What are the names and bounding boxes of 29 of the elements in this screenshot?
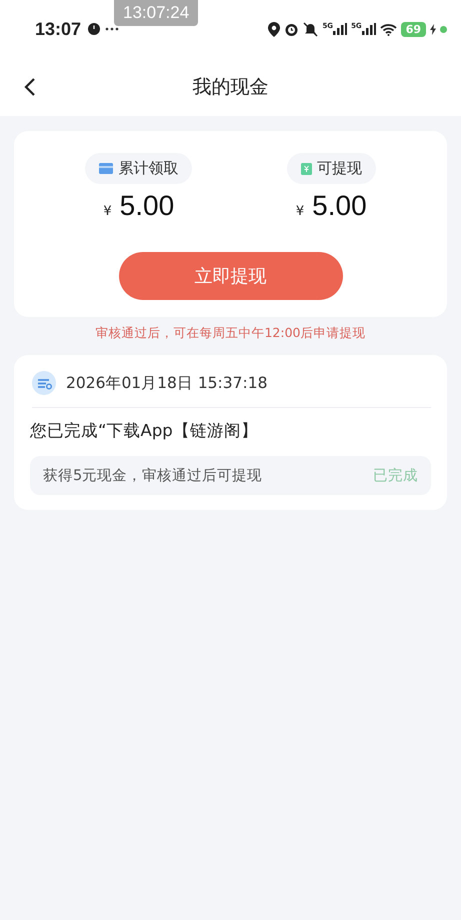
cash-icon — [300, 162, 312, 174]
stat-label: 可提现 — [286, 153, 376, 184]
alarm-icon — [284, 22, 300, 36]
record-datetime: 2026年01月18日 15:37:18 — [66, 372, 268, 394]
signal-icon — [362, 23, 376, 35]
time-overlay: 13:07:24 — [114, 0, 198, 26]
status-dot-icon — [440, 26, 447, 32]
withdraw-button[interactable]: 立即提现 — [118, 252, 342, 300]
card-icon — [99, 163, 114, 174]
charging-icon — [430, 24, 436, 34]
record-status: 已完成 — [373, 466, 418, 485]
page-title: 我的现金 — [192, 75, 268, 100]
more-icon — [105, 27, 120, 31]
signal-icon — [333, 23, 348, 35]
wifi-icon — [380, 22, 397, 36]
status-time: 13:07 — [35, 18, 82, 40]
clock-icon — [87, 22, 102, 36]
location-icon — [268, 22, 280, 36]
amount-value: 5.00 — [312, 190, 367, 222]
record-description: 您已完成“下载App【链游阁】 — [30, 420, 259, 442]
record-detail: 获得5元现金，审核通过后可提现 — [43, 466, 262, 485]
currency-symbol: ¥ — [296, 204, 304, 219]
battery-indicator: 69 — [400, 22, 426, 36]
stat-label: 累计领取 — [85, 153, 192, 184]
currency-symbol: ¥ — [103, 204, 112, 219]
mute-icon — [303, 22, 318, 36]
notice-text: 审核通过后，可在每周五中午12:00后申请提现 — [94, 324, 367, 342]
list-icon — [32, 371, 56, 395]
amount-value: 5.00 — [120, 190, 174, 222]
